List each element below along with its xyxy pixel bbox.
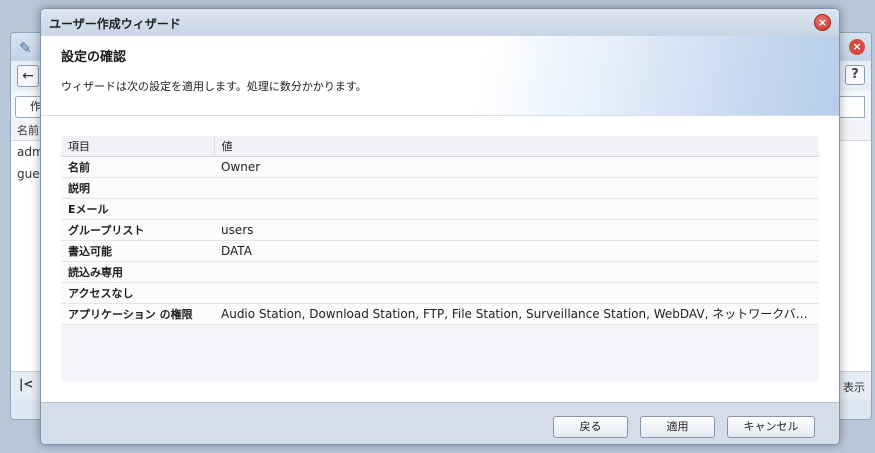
table-row: 読込み専用 [61,261,819,283]
setting-item: Eメール [61,198,214,220]
back-arrow-icon[interactable]: ← [17,65,39,87]
table-row: 名前 Owner [61,156,819,178]
setting-value: Owner [214,156,819,178]
table-row: 説明 [61,177,819,199]
table-row: アプリケーション の権限 Audio Station, Download Sta… [61,303,819,325]
step-header: 設定の確認 ウィザードは次の設定を適用します。処理に数分かかります。 [41,36,839,116]
first-page-icon[interactable]: |< [19,377,33,391]
setting-value [214,261,819,283]
dialog-titlebar: ユーザー作成ウィザード × [41,9,839,36]
back-button[interactable]: 戻る [553,416,628,438]
setting-item: 説明 [61,177,214,199]
settings-table: 項目 値 名前 Owner 説明 Eメール グループリスト users 書込可能… [61,136,819,325]
setting-value [214,177,819,199]
setting-value: DATA [214,240,819,262]
cancel-button[interactable]: キャンセル [727,416,815,438]
background-close-icon[interactable]: × [849,39,865,55]
step-description: ウィザードは次の設定を適用します。処理に数分かかります。 [61,80,367,93]
apply-button[interactable]: 適用 [640,416,715,438]
setting-value [214,198,819,220]
column-header-item: 項目 [61,136,214,157]
background-display-label: 表示 [843,381,865,394]
setting-item: アクセスなし [61,282,214,304]
setting-item: グループリスト [61,219,214,241]
setting-value: Audio Station, Download Station, FTP, Fi… [214,303,819,325]
settings-table-area: 項目 値 名前 Owner 説明 Eメール グループリスト users 書込可能… [61,136,819,382]
setting-item: 名前 [61,156,214,178]
tools-icon: ✎ [19,39,32,57]
table-header-row: 項目 値 [61,136,819,157]
table-row: 書込可能 DATA [61,240,819,262]
dialog-title: ユーザー作成ウィザード [49,17,181,31]
dialog-footer: 戻る 適用 キャンセル [41,402,839,444]
setting-item: アプリケーション の権限 [61,303,214,325]
column-header-value: 値 [213,136,819,157]
close-icon[interactable]: × [814,14,831,31]
setting-value [214,282,819,304]
setting-item: 書込可能 [61,240,214,262]
dialog-body: 設定の確認 ウィザードは次の設定を適用します。処理に数分かかります。 項目 値 … [41,36,839,402]
setting-item: 読込み専用 [61,261,214,283]
setting-value: users [214,219,819,241]
step-title: 設定の確認 [61,50,127,65]
help-icon[interactable]: ? [845,65,865,85]
user-creation-wizard-dialog: ユーザー作成ウィザード × 設定の確認 ウィザードは次の設定を適用します。処理に… [40,8,840,445]
table-row: Eメール [61,198,819,220]
table-row: グループリスト users [61,219,819,241]
table-row: アクセスなし [61,282,819,304]
